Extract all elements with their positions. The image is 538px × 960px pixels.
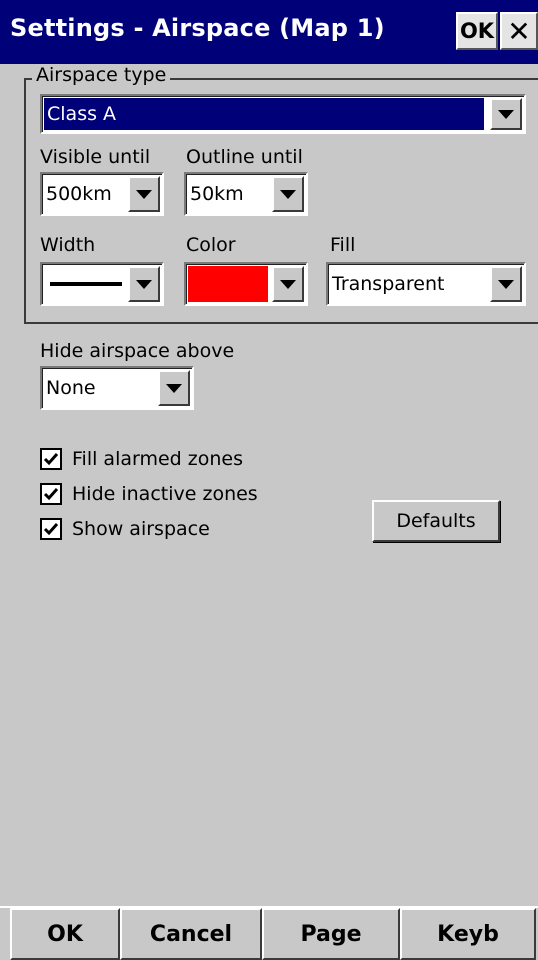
outline-until-label: Outline until	[186, 146, 303, 168]
fill-select[interactable]: Transparent	[326, 262, 526, 306]
hide-airspace-above-value: None	[46, 377, 96, 399]
visible-until-select[interactable]: 500km	[40, 172, 164, 216]
chevron-down-icon[interactable]	[128, 266, 160, 302]
outline-until-select[interactable]: 50km	[184, 172, 308, 216]
airspace-type-value: Class A	[44, 98, 484, 130]
chevron-down-icon[interactable]	[490, 266, 522, 302]
color-label: Color	[186, 234, 236, 256]
airspace-type-legend: Airspace type	[32, 64, 171, 86]
window-title: Settings - Airspace (Map 1)	[10, 14, 385, 42]
fill-alarmed-zones-label: Fill alarmed zones	[72, 448, 243, 470]
chevron-down-icon[interactable]	[272, 176, 304, 212]
line-width-swatch	[50, 282, 122, 286]
show-airspace-checkbox[interactable]: Show airspace	[40, 518, 210, 540]
checkbox-icon[interactable]	[40, 483, 62, 505]
color-swatch	[188, 266, 268, 302]
chevron-down-icon[interactable]	[490, 98, 522, 130]
bottom-bar: OK Cancel Page Keyb	[0, 906, 538, 960]
close-icon[interactable]: ✕	[500, 12, 538, 50]
title-bar: Settings - Airspace (Map 1) OK ✕	[0, 0, 538, 64]
outline-until-value: 50km	[190, 183, 244, 205]
color-select[interactable]	[184, 262, 308, 306]
hide-inactive-zones-checkbox[interactable]: Hide inactive zones	[40, 483, 258, 505]
keyboard-button[interactable]: Keyb	[400, 908, 536, 960]
chevron-down-icon[interactable]	[272, 266, 304, 302]
checkbox-icon[interactable]	[40, 448, 62, 470]
titlebar-ok-button[interactable]: OK	[456, 12, 498, 50]
visible-until-label: Visible until	[40, 146, 151, 168]
defaults-button[interactable]: Defaults	[372, 500, 500, 542]
checkbox-icon[interactable]	[40, 518, 62, 540]
width-label: Width	[40, 234, 96, 256]
cancel-button[interactable]: Cancel	[120, 908, 262, 960]
chevron-down-icon[interactable]	[128, 176, 160, 212]
hide-inactive-zones-label: Hide inactive zones	[72, 483, 258, 505]
show-airspace-label: Show airspace	[72, 518, 210, 540]
fill-value: Transparent	[332, 273, 445, 295]
fill-label: Fill	[330, 234, 356, 256]
airspace-type-select[interactable]: Class A	[40, 94, 526, 134]
visible-until-value: 500km	[46, 183, 112, 205]
fill-alarmed-zones-checkbox[interactable]: Fill alarmed zones	[40, 448, 243, 470]
chevron-down-icon[interactable]	[158, 370, 190, 406]
hide-airspace-above-select[interactable]: None	[40, 366, 194, 410]
hide-airspace-above-label: Hide airspace above	[40, 340, 235, 362]
page-button[interactable]: Page	[262, 908, 400, 960]
width-select[interactable]	[40, 262, 164, 306]
ok-button[interactable]: OK	[10, 908, 120, 960]
